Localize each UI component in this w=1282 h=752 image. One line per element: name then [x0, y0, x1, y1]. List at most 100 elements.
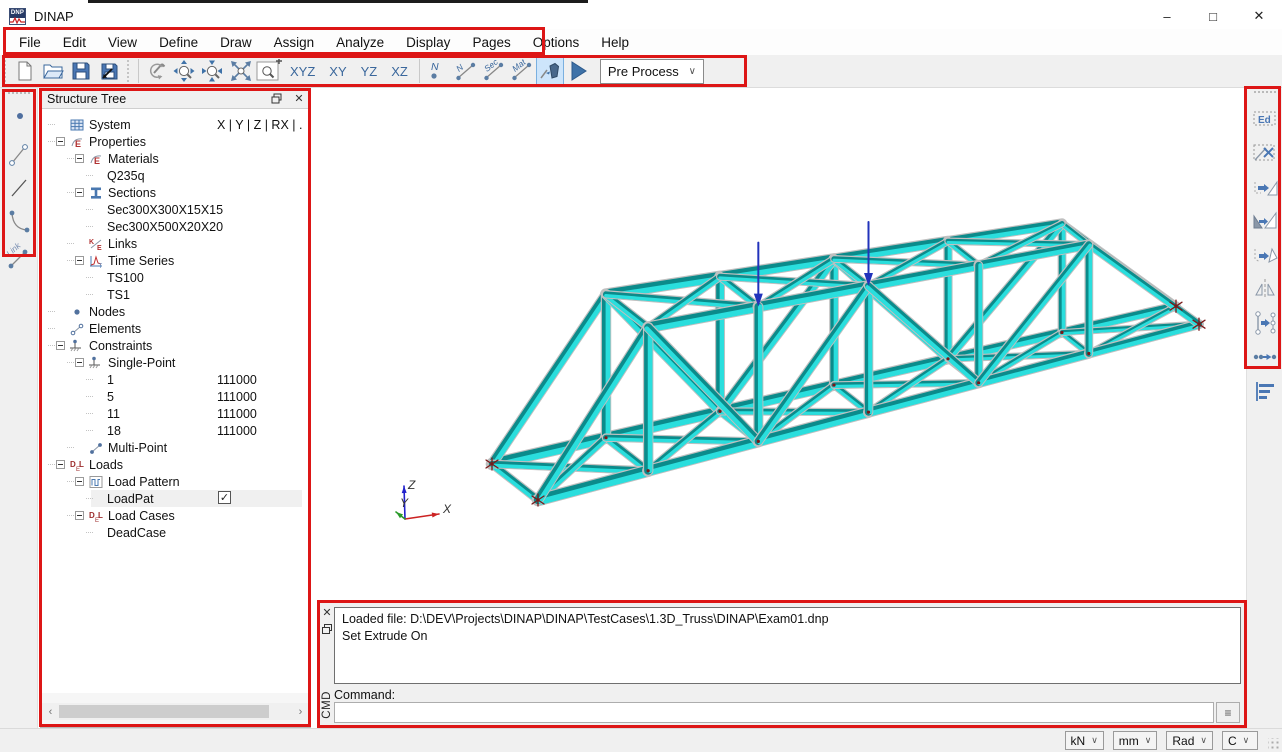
- tree-item-q235q[interactable]: Q235q: [41, 167, 310, 184]
- edit-selection-button[interactable]: Ed: [1250, 103, 1280, 135]
- temperature-unit-select[interactable]: C∨: [1222, 731, 1258, 750]
- zoom-extents-button[interactable]: [227, 57, 255, 85]
- save-button[interactable]: [67, 57, 95, 85]
- collapse-icon[interactable]: [75, 358, 84, 367]
- tree-horizontal-scrollbar[interactable]: ‹ ›: [42, 703, 309, 720]
- tree-item-time-series[interactable]: TTime Series: [41, 252, 310, 269]
- tree-item-multi-point[interactable]: Multi-Point: [41, 439, 310, 456]
- maximize-button[interactable]: □: [1190, 3, 1236, 29]
- menu-file[interactable]: File: [8, 31, 52, 54]
- merge-nodes-button[interactable]: [1250, 341, 1280, 373]
- draw-line-button[interactable]: [4, 172, 34, 204]
- tree-item-single-point[interactable]: Single-Point: [41, 354, 310, 371]
- collapse-icon[interactable]: [56, 137, 65, 146]
- collapse-icon[interactable]: [75, 511, 84, 520]
- tree-item-sp-11[interactable]: 11111000: [41, 405, 310, 422]
- n-labels-button[interactable]: N: [452, 57, 480, 85]
- float-panel-icon[interactable]: [322, 624, 332, 634]
- tree-item-loadpat[interactable]: LoadPat✓: [41, 490, 310, 507]
- draw-arc-button[interactable]: [4, 206, 34, 238]
- tree-item-nodes[interactable]: Nodes: [41, 303, 310, 320]
- menu-assign[interactable]: Assign: [263, 31, 326, 54]
- tree-item-sec300x500x20x20[interactable]: Sec300X500X20X20: [41, 218, 310, 235]
- tree-item-load-cases[interactable]: DELLoad Cases: [41, 507, 310, 524]
- toolbar-grip[interactable]: [3, 59, 8, 83]
- scroll-left-icon[interactable]: ‹: [42, 706, 59, 718]
- tree-item-elements[interactable]: Elements: [41, 320, 310, 337]
- collapse-icon[interactable]: [56, 341, 65, 350]
- loadpat-checkbox[interactable]: ✓: [218, 491, 231, 504]
- menu-define[interactable]: Define: [148, 31, 209, 54]
- rotate-view-button[interactable]: [143, 57, 171, 85]
- view-xyz-button[interactable]: XYZ: [283, 60, 322, 83]
- view-xz-button[interactable]: XZ: [384, 60, 415, 83]
- close-button[interactable]: ✕: [1236, 3, 1282, 29]
- tree-item-sections[interactable]: Sections: [41, 184, 310, 201]
- tree-item-links[interactable]: KELinks: [41, 235, 310, 252]
- delete-selection-button[interactable]: [1250, 137, 1280, 169]
- zoom-back-button[interactable]: [199, 57, 227, 85]
- move-button[interactable]: [1250, 171, 1280, 203]
- align-list-button[interactable]: [1250, 375, 1280, 407]
- toolbar-grip[interactable]: [1254, 91, 1276, 95]
- view-xy-button[interactable]: XY: [322, 60, 353, 83]
- menu-view[interactable]: View: [97, 31, 148, 54]
- collapse-icon[interactable]: [75, 256, 84, 265]
- menu-options[interactable]: Options: [522, 31, 591, 54]
- toolbar-grip[interactable]: [126, 59, 131, 83]
- tree-item-sp-1[interactable]: 1111000: [41, 371, 310, 388]
- force-unit-select[interactable]: kN∨: [1065, 731, 1104, 750]
- divide-element-button[interactable]: [1250, 307, 1280, 339]
- new-file-button[interactable]: [11, 57, 39, 85]
- node-labels-button[interactable]: N: [424, 57, 452, 85]
- length-unit-select[interactable]: mm∨: [1113, 731, 1158, 750]
- menu-analyze[interactable]: Analyze: [325, 31, 395, 54]
- draw-node-button[interactable]: [4, 104, 34, 136]
- tree-item-constraints[interactable]: Constraints: [41, 337, 310, 354]
- mat-labels-button[interactable]: Mat: [508, 57, 536, 85]
- process-mode-select[interactable]: Pre Process ∨: [600, 59, 704, 84]
- collapse-icon[interactable]: [75, 477, 84, 486]
- tree-item-system[interactable]: SystemX | Y | Z | RX | .: [41, 116, 310, 133]
- save-all-button[interactable]: [95, 57, 123, 85]
- resize-grip[interactable]: [1268, 738, 1280, 750]
- zoom-window-button[interactable]: [255, 57, 283, 85]
- menu-pages[interactable]: Pages: [461, 31, 521, 54]
- scroll-right-icon[interactable]: ›: [292, 706, 309, 718]
- zoom-dynamic-button[interactable]: [171, 57, 199, 85]
- close-panel-icon[interactable]: ✕: [322, 606, 331, 621]
- float-panel-icon[interactable]: [269, 92, 283, 106]
- command-input[interactable]: [334, 702, 1214, 723]
- minimize-button[interactable]: –: [1144, 3, 1190, 29]
- collapse-icon[interactable]: [75, 188, 84, 197]
- scroll-thumb[interactable]: [59, 705, 269, 718]
- tree-item-sec300x300x15x15[interactable]: Sec300X300X15X15: [41, 201, 310, 218]
- menu-draw[interactable]: Draw: [209, 31, 263, 54]
- toolbar-grip[interactable]: [8, 92, 30, 96]
- run-analysis-button[interactable]: [564, 57, 592, 85]
- view-yz-button[interactable]: YZ: [354, 60, 385, 83]
- draw-element-button[interactable]: [4, 138, 34, 170]
- tree-item-loads[interactable]: DELLoads: [41, 456, 310, 473]
- tree-item-ts1[interactable]: TS1: [41, 286, 310, 303]
- draw-link-button[interactable]: Link: [4, 240, 34, 272]
- extrude-toggle-button[interactable]: [536, 57, 564, 85]
- tree-item-materials[interactable]: EMaterials: [41, 150, 310, 167]
- menu-display[interactable]: Display: [395, 31, 461, 54]
- tree-item-ts100[interactable]: TS100: [41, 269, 310, 286]
- sec-labels-button[interactable]: Sec: [480, 57, 508, 85]
- collapse-icon[interactable]: [75, 154, 84, 163]
- open-file-button[interactable]: [39, 57, 67, 85]
- mirror-button[interactable]: [1250, 273, 1280, 305]
- structure-tree-titlebar[interactable]: Structure Tree ✕: [41, 89, 310, 109]
- tree-item-sp-18[interactable]: 18111000: [41, 422, 310, 439]
- tree-item-deadcase[interactable]: DeadCase: [41, 524, 310, 541]
- tree-item-properties[interactable]: EProperties: [41, 133, 310, 150]
- command-history-button[interactable]: ≡: [1216, 702, 1240, 723]
- rotate-copy-button[interactable]: [1250, 239, 1280, 271]
- collapse-icon[interactable]: [56, 460, 65, 469]
- copy-button[interactable]: [1250, 205, 1280, 237]
- close-panel-icon[interactable]: ✕: [292, 92, 306, 106]
- menu-edit[interactable]: Edit: [52, 31, 97, 54]
- menu-help[interactable]: Help: [590, 31, 640, 54]
